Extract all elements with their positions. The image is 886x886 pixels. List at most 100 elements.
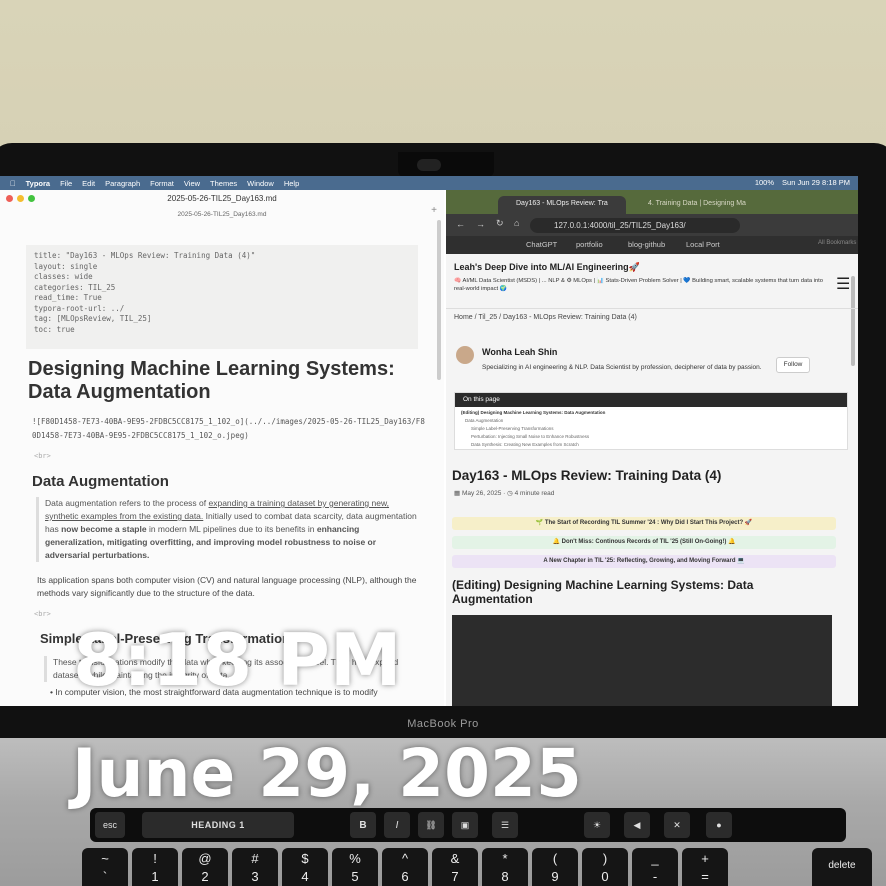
key-label: 3 — [251, 869, 259, 884]
bookmark-blog-github[interactable]: blog-github — [628, 240, 665, 249]
key-label: 9 — [551, 869, 559, 884]
key-shift-label: ) — [602, 851, 608, 866]
home-icon[interactable]: ⌂ — [514, 218, 519, 228]
toc-item[interactable]: Data Augmentation — [465, 418, 503, 423]
timestamp-overlay-time: 8:18 PM — [73, 618, 402, 702]
page-scrollbar[interactable] — [851, 276, 855, 366]
keyboard-key[interactable]: _ - — [632, 848, 678, 886]
front-matter-block[interactable]: title: "Day163 - MLOps Review: Training … — [26, 245, 418, 349]
key-shift-label: ~ — [101, 851, 109, 866]
follow-button[interactable]: Follow — [776, 357, 810, 373]
keyboard-key[interactable]: ! 1 — [132, 848, 178, 886]
file-tab[interactable]: 2025-05-26-TIL25_Day163.md — [0, 211, 444, 218]
bookmark-local-port[interactable]: Local Port — [686, 240, 720, 249]
toc-item[interactable]: Simple Label-Preserving Transformations — [471, 426, 554, 431]
bookmark-portfolio[interactable]: portfolio — [576, 240, 603, 249]
toc-item[interactable]: Data Synthesis: Creating New Examples fr… — [471, 442, 579, 447]
touchbar-siri-icon[interactable]: ● — [706, 812, 732, 838]
quote-bold-text: now become a staple — [61, 524, 147, 534]
keyboard-key[interactable]: (9 — [532, 848, 578, 886]
bookmark-chatgpt[interactable]: ChatGPT — [526, 240, 557, 249]
camera-icon — [417, 159, 441, 171]
keyboard-key[interactable]: ~ ` — [82, 848, 128, 886]
menu-typora[interactable]: Typora — [26, 179, 50, 188]
calendar-icon: ▦ — [454, 490, 462, 497]
keyboard-key[interactable]: % 5 — [332, 848, 378, 886]
definition-blockquote[interactable]: Data augmentation refers to the process … — [36, 497, 417, 562]
laptop-model-label: MacBook Pro — [407, 718, 479, 730]
keyboard-key[interactable]: #3 — [232, 848, 278, 886]
keyboard-key[interactable]: + = — [682, 848, 728, 886]
browser-tab-strip: Day163 - MLOps Review: Tra 4. Training D… — [446, 190, 858, 214]
keyboard-key[interactable]: ) 0 — [582, 848, 628, 886]
site-title[interactable]: Leah's Deep Dive into ML/AI Engineering🚀 — [454, 262, 640, 273]
menu-file[interactable]: File — [60, 179, 72, 188]
toc-title: On this page — [455, 393, 847, 407]
touchbar-mute-icon[interactable]: ✕ — [664, 812, 690, 838]
post-date: May 26, 2025 — [461, 490, 502, 497]
divider — [446, 308, 858, 309]
avatar — [456, 346, 474, 364]
front-matter-line: title: "Day163 - MLOps Review: Training … — [34, 251, 256, 260]
battery-status[interactable]: 100% — [755, 178, 774, 187]
url-bar[interactable]: 127.0.0.1:4000/til_25/TIL25_Day163/ — [530, 218, 740, 233]
post-title: Day163 - MLOps Review: Training Data (4) — [452, 468, 722, 483]
key-shift-label: & — [450, 851, 460, 866]
menu-edit[interactable]: Edit — [82, 179, 95, 188]
key-shift-label: ^ — [401, 851, 409, 866]
keyboard-key[interactable]: * 8 — [482, 848, 528, 886]
keyboard-key[interactable]: @2 — [182, 848, 228, 886]
browser-window: Day163 - MLOps Review: Tra 4. Training D… — [446, 190, 858, 706]
key-shift-label: @ — [198, 851, 212, 866]
toc-item[interactable]: Perturbation: Injecting Small Noise to E… — [471, 434, 589, 439]
hamburger-menu-icon[interactable]: ☰ — [836, 274, 850, 294]
touchbar-image-icon[interactable]: ▣ — [452, 812, 478, 838]
banner-til-summer-24[interactable]: 🌱 The Start of Recording TIL Summer '24 … — [452, 517, 836, 530]
banner-til-25-continuous[interactable]: 🔔 Don't Miss: Continous Records of TIL '… — [452, 536, 836, 549]
add-tab-icon[interactable]: + — [428, 205, 440, 217]
site-subtitle: 🧠 AI/ML Data Scientist (MSDS) | ... NLP … — [454, 278, 824, 292]
apple-menu-icon[interactable]:  — [10, 179, 16, 188]
touchbar-list-icon[interactable]: ☰ — [492, 812, 518, 838]
image-markdown-source[interactable]: ![F80D1458-7E73-40BA-9E95-2FDBC5CC8175_1… — [32, 415, 427, 443]
tab-day163[interactable]: Day163 - MLOps Review: Tra — [498, 196, 626, 214]
menu-view[interactable]: View — [184, 179, 200, 188]
touchbar-esc[interactable]: esc — [95, 812, 125, 838]
touchbar-brightness-icon[interactable]: ☀ — [584, 812, 610, 838]
key-label: 7 — [451, 869, 459, 884]
menubar-clock[interactable]: Sun Jun 29 8:18 PM — [782, 178, 850, 187]
banner-new-chapter[interactable]: A New Chapter in TIL '25: Reflecting, Gr… — [452, 555, 836, 568]
editor-scrollbar[interactable] — [437, 220, 441, 380]
author-bio: Specializing in AI engineering & NLP. Da… — [482, 364, 762, 371]
toc-item[interactable]: (Editing) Designing Machine Learning Sys… — [461, 410, 605, 415]
key-shift-label: ( — [552, 851, 558, 866]
section-heading-data-augmentation[interactable]: Data Augmentation — [32, 473, 169, 490]
tab-training-data[interactable]: 4. Training Data | Designing Ma — [630, 196, 762, 214]
menu-window[interactable]: Window — [247, 179, 274, 188]
reload-icon[interactable]: ↻ — [496, 218, 504, 229]
touchbar-bold[interactable]: B — [350, 812, 376, 838]
keyboard-key[interactable]: $4 — [282, 848, 328, 886]
key-label: 1 — [151, 869, 159, 884]
menu-paragraph[interactable]: Paragraph — [105, 179, 140, 188]
keyboard-key[interactable]: ^ 6 — [382, 848, 428, 886]
menu-help[interactable]: Help — [284, 179, 299, 188]
breadcrumb[interactable]: Home / Til_25 / Day163 - MLOps Review: T… — [454, 314, 637, 321]
all-bookmarks[interactable]: All Bookmarks — [818, 240, 856, 246]
back-icon[interactable]: ← — [456, 219, 465, 229]
document-heading[interactable]: Designing Machine Learning Systems: Data… — [28, 358, 428, 404]
touchbar-volume-icon[interactable]: ◀ — [624, 812, 650, 838]
forward-icon[interactable]: → — [476, 219, 485, 229]
br-tag: <br> — [34, 452, 51, 460]
touchbar-link-icon[interactable]: ⛓ — [418, 812, 444, 838]
key-label: 6 — [401, 869, 409, 884]
key-label: - — [652, 869, 658, 884]
delete-key[interactable]: delete — [812, 848, 872, 886]
menu-themes[interactable]: Themes — [210, 179, 237, 188]
menu-format[interactable]: Format — [150, 179, 174, 188]
touchbar-heading-style[interactable]: HEADING 1 — [142, 812, 294, 838]
touchbar-italic[interactable]: I — [384, 812, 410, 838]
paragraph[interactable]: Its application spans both computer visi… — [37, 574, 417, 600]
keyboard-key[interactable]: & 7 — [432, 848, 478, 886]
author-name: Wonha Leah Shin — [482, 347, 558, 357]
